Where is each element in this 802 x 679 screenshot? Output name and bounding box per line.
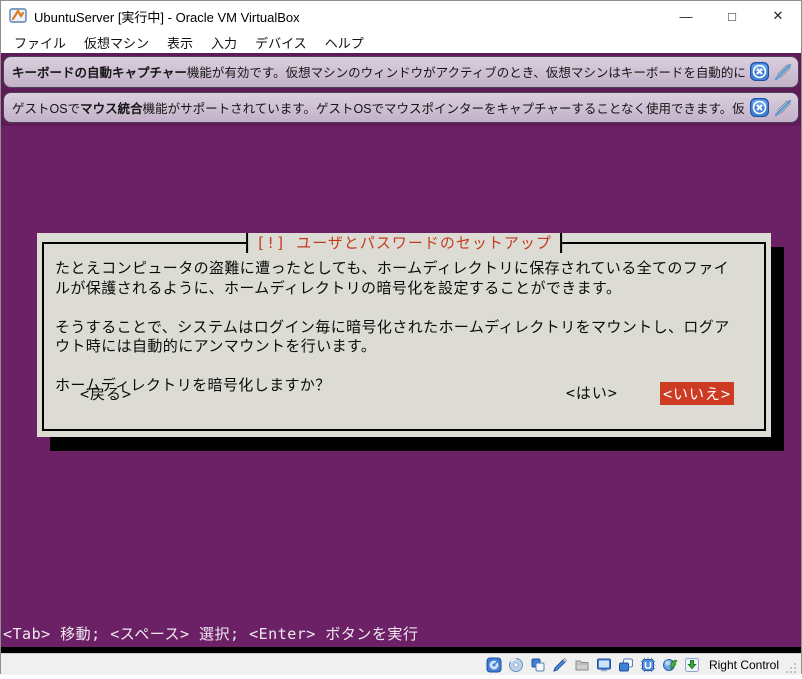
display-icon[interactable]: [595, 656, 613, 673]
no-button[interactable]: <いいえ>: [660, 382, 734, 405]
notification-text: キーボードの自動キャプチャー機能が有効です。仮想マシンのウィンドウがアクティブの…: [12, 62, 745, 81]
dialog-text-line: ルが保護されるように、ホームディレクトリの暗号化を設定することができます。: [55, 279, 754, 299]
yes-button[interactable]: <はい>: [566, 382, 618, 405]
close-notification-icon[interactable]: [750, 98, 769, 117]
maximize-button[interactable]: □: [709, 1, 755, 31]
virtualbox-window: { "window": { "title": "UbuntuServer [実行…: [0, 0, 802, 674]
shared-folders-icon[interactable]: [573, 656, 591, 673]
dialog-button-row: <戻る> <はい> <いいえ>: [44, 382, 764, 405]
virtualbox-logo-icon: [9, 7, 27, 25]
menu-item-view[interactable]: 表示: [158, 31, 202, 54]
dialog-frame: [!] ユーザとパスワードのセットアップ たとえコンピュータの盗難に遭ったとして…: [42, 242, 766, 431]
mouse-integration-icon[interactable]: [661, 656, 679, 673]
notification-text: ゲストOSでマウス統合機能がサポートされています。ゲストOSでマウスポインターを…: [12, 98, 745, 117]
back-button[interactable]: <戻る>: [80, 383, 132, 404]
dialog-text-line: たとえコンピュータの盗難に遭ったとしても、ホームディレクトリに保存されている全て…: [55, 259, 754, 279]
status-bar: Right Control: [1, 653, 801, 675]
title-bar: UbuntuServer [実行中] - Oracle VM VirtualBo…: [1, 1, 801, 31]
menu-item-input[interactable]: 入力: [202, 31, 246, 54]
menu-bar: ファイル仮想マシン表示入力デバイスヘルプ: [1, 31, 801, 53]
dialog-text-line: [55, 357, 754, 377]
dialog-text-line: [55, 298, 754, 318]
dialog-text-line: そうすることで、システムはログイン毎に暗号化されたホームディレクトリをマウントし…: [55, 318, 754, 338]
hard-disk-icon[interactable]: [485, 656, 503, 673]
notification-bar-2: ゲストOSでマウス統合機能がサポートされています。ゲストOSでマウスポインターを…: [3, 92, 799, 124]
recording-icon[interactable]: [617, 656, 635, 673]
network-icon[interactable]: [529, 656, 547, 673]
resize-grip[interactable]: [785, 661, 797, 673]
notification-bar-1: キーボードの自動キャプチャー機能が有効です。仮想マシンのウィンドウがアクティブの…: [3, 56, 799, 88]
host-key-label: Right Control: [709, 658, 779, 672]
optical-disc-icon[interactable]: [507, 656, 525, 673]
notification-area: キーボードの自動キャプチャー機能が有効です。仮想マシンのウィンドウがアクティブの…: [1, 53, 801, 126]
menu-item-machine[interactable]: 仮想マシン: [75, 31, 158, 54]
dialog-body: たとえコンピュータの盗難に遭ったとしても、ホームディレクトリに保存されている全て…: [44, 244, 764, 396]
usb-icon[interactable]: [551, 656, 569, 673]
window-title: UbuntuServer [実行中] - Oracle VM VirtualBo…: [34, 7, 663, 26]
menu-item-file[interactable]: ファイル: [5, 31, 75, 54]
minimize-button[interactable]: —: [663, 1, 709, 31]
keyboard-capture-icon[interactable]: [683, 656, 701, 673]
disable-notification-icon[interactable]: [774, 62, 793, 81]
disable-notification-icon[interactable]: [774, 98, 793, 117]
features-chip-icon[interactable]: [639, 656, 657, 673]
vm-screen: [!] ユーザとパスワードのセットアップ たとえコンピュータの盗難に遭ったとして…: [1, 126, 801, 647]
installer-help-line: <Tab> 移動; <スペース> 選択; <Enter> ボタンを実行: [3, 623, 418, 644]
menu-item-devices[interactable]: デバイス: [246, 31, 316, 54]
close-notification-icon[interactable]: [750, 62, 769, 81]
close-button[interactable]: ✕: [755, 1, 801, 31]
dialog-text-line: ウト時には自動的にアンマウントを行います。: [55, 337, 754, 357]
menu-item-help[interactable]: ヘルプ: [316, 31, 373, 54]
dialog-title: [!] ユーザとパスワードのセットアップ: [246, 233, 562, 253]
installer-dialog: [!] ユーザとパスワードのセットアップ たとえコンピュータの盗難に遭ったとして…: [37, 233, 771, 437]
